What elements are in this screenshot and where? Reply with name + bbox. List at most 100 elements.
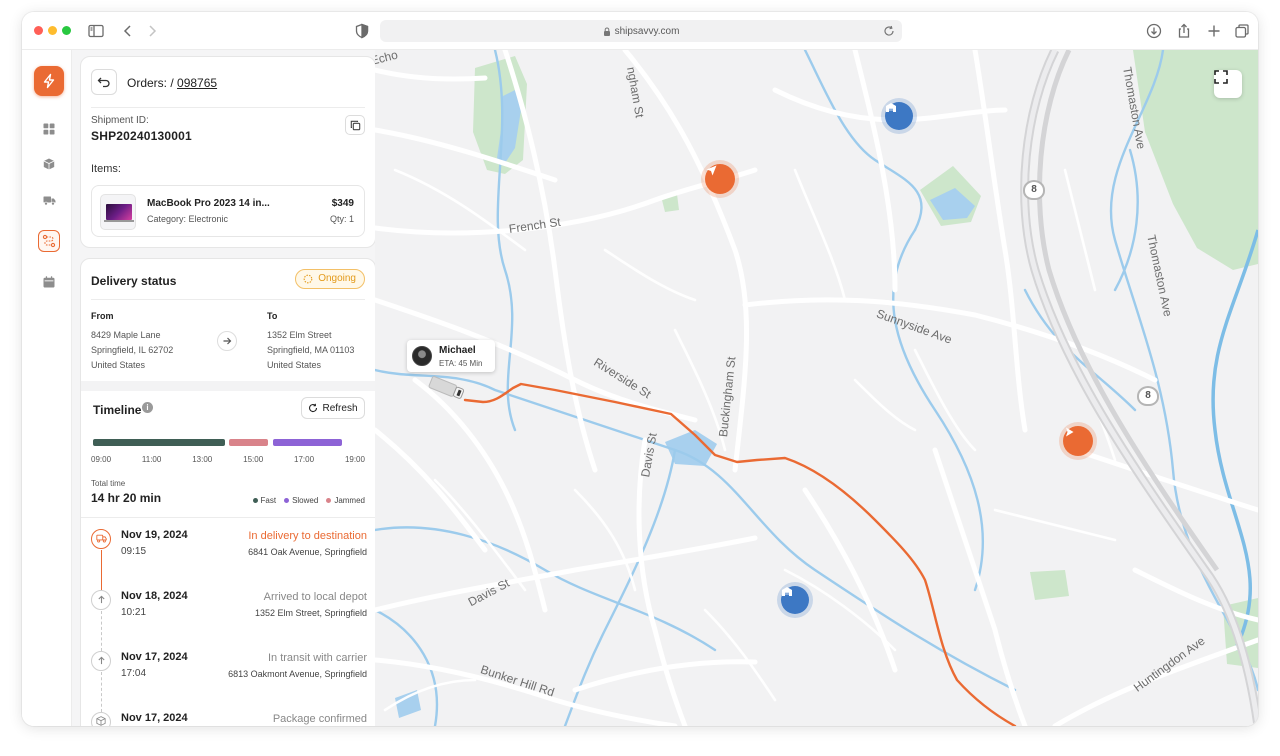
rail-fleet-button[interactable] [38, 189, 60, 211]
laptop-thumbnail [100, 194, 136, 230]
forward-nav-icon[interactable] [142, 21, 162, 41]
lightning-icon [43, 73, 55, 89]
legend-jammed: Jammed [326, 496, 365, 505]
driver-name: Michael [439, 345, 476, 356]
box-icon [43, 158, 55, 170]
order-panel: Orders: / 098765 Shipment ID: SHP2024013… [80, 56, 376, 248]
depot-pin[interactable] [781, 586, 809, 614]
item-quantity: Qty: 1 [329, 214, 354, 224]
shipment-id-value: SHP20240130001 [91, 129, 192, 143]
item-name: MacBook Pro 2023 14 in... [147, 198, 270, 209]
section-gap [81, 381, 375, 391]
total-time-label: Total time [91, 479, 126, 488]
origin-pin[interactable] [705, 164, 735, 194]
downloads-icon[interactable] [1144, 21, 1164, 41]
breadcrumb-order-link[interactable]: 098765 [177, 76, 217, 90]
timeline-entry[interactable]: Nov 19, 2024 09:15 In delivery to destinat… [81, 521, 375, 581]
hour-label: 19:00 [344, 455, 365, 464]
refresh-button[interactable]: Refresh [301, 397, 365, 419]
status-badge-label: Ongoing [318, 273, 356, 284]
address-bar[interactable]: shipsavvy.com [380, 20, 902, 42]
timeline-status: Arrived to local depot [263, 591, 367, 603]
timeline-address: 6813 Oakmont Avenue, Springfield [228, 669, 367, 679]
refresh-icon [309, 403, 318, 413]
timeline-time: 10:21 [121, 607, 147, 618]
to-address-line3: United States [267, 360, 322, 370]
dashboard-icon [43, 123, 55, 135]
lock-icon [603, 27, 610, 36]
lake [395, 690, 421, 718]
privacy-shield-icon[interactable] [352, 21, 372, 41]
app-logo[interactable] [34, 66, 64, 96]
back-button[interactable] [91, 69, 117, 95]
warehouse-icon [886, 103, 896, 112]
timeline-node [91, 529, 111, 549]
timeline-time: 09:15 [121, 546, 147, 557]
rail-tracking-button[interactable] [38, 230, 60, 252]
refresh-label: Refresh [322, 402, 358, 414]
depot-pin[interactable] [885, 102, 913, 130]
minimize-window-button[interactable] [48, 26, 57, 35]
item-category: Category: Electronic [147, 214, 229, 224]
timeline-status: Package confirmed [272, 713, 367, 725]
divider [81, 517, 375, 518]
copy-shipment-id-button[interactable] [345, 115, 365, 135]
timeline-entry[interactable]: Nov 18, 2024 10:21 Arrived to local depot 1… [81, 582, 375, 642]
rail-packages-button[interactable] [38, 153, 60, 175]
breadcrumb: Orders: / 098765 [127, 76, 217, 90]
delivery-panel: Delivery status Ongoing From 8429 Maple … [80, 258, 376, 726]
driver-card[interactable]: Michael ETA: 45 Min [407, 340, 495, 372]
timeline-entry[interactable]: Nov 17, 2024 Package confirmed [81, 704, 375, 726]
hour-label: 09:00 [91, 455, 112, 464]
divider [91, 299, 365, 300]
legend-fast: Fast [252, 496, 276, 505]
timeline-entry[interactable]: Nov 17, 2024 17:04 In transit with carrier… [81, 643, 375, 703]
tab-overview-icon[interactable] [1232, 21, 1252, 41]
item-card[interactable]: MacBook Pro 2023 14 in... Category: Elec… [91, 185, 365, 237]
return-arrow-icon [97, 77, 110, 88]
url-text: shipsavvy.com [614, 25, 680, 37]
item-price: $349 [331, 198, 354, 209]
close-window-button[interactable] [34, 26, 43, 35]
status-badge: Ongoing [295, 269, 365, 289]
sidebar-toggle-icon[interactable] [86, 21, 106, 41]
breadcrumb-prefix: Orders: / [127, 76, 174, 90]
share-icon[interactable] [1174, 21, 1194, 41]
traffic-bar [93, 439, 365, 446]
to-address: 1352 Elm Street Springfield, MA 01103 Un… [267, 328, 354, 373]
to-label: To [267, 311, 278, 321]
timeline-title: Timeline [93, 403, 142, 417]
navigation-arrow-icon [706, 165, 717, 176]
play-arrow-icon [1066, 427, 1074, 437]
expand-icon [1214, 70, 1228, 84]
legend-slowed: Slowed [284, 496, 318, 505]
timeline-date: Nov 19, 2024 [121, 529, 188, 541]
timeline-node [91, 651, 111, 671]
rail-calendar-button[interactable] [38, 271, 60, 293]
hour-label: 11:00 [141, 455, 162, 464]
loading-icon [303, 274, 313, 284]
new-tab-icon[interactable] [1204, 21, 1224, 41]
warehouse-icon [782, 587, 792, 596]
driver-avatar [412, 346, 432, 366]
map-canvas [375, 50, 1258, 726]
reload-icon[interactable] [882, 24, 896, 38]
arrow-right-icon [223, 337, 232, 345]
from-address-line1: 8429 Maple Lane [91, 330, 161, 340]
timeline-status: In delivery to destination [248, 530, 367, 542]
timeline-date: Nov 17, 2024 [121, 712, 188, 724]
divider [91, 107, 365, 108]
truck-icon [43, 196, 55, 205]
rail-dashboard-button[interactable] [38, 118, 60, 140]
traffic-segment-jammed [229, 439, 269, 446]
fullscreen-button[interactable] [1214, 70, 1242, 98]
calendar-icon [43, 276, 55, 288]
destination-pin[interactable] [1063, 426, 1093, 456]
map-view[interactable]: French St Riverside St Buckingham St ngh… [375, 50, 1258, 726]
maximize-window-button[interactable] [62, 26, 71, 35]
arrow-up-icon [97, 652, 106, 670]
timeline-address: 6841 Oak Avenue, Springfield [248, 547, 367, 557]
timeline-date: Nov 18, 2024 [121, 590, 188, 602]
back-nav-icon[interactable] [118, 21, 138, 41]
info-icon[interactable]: i [142, 402, 153, 413]
